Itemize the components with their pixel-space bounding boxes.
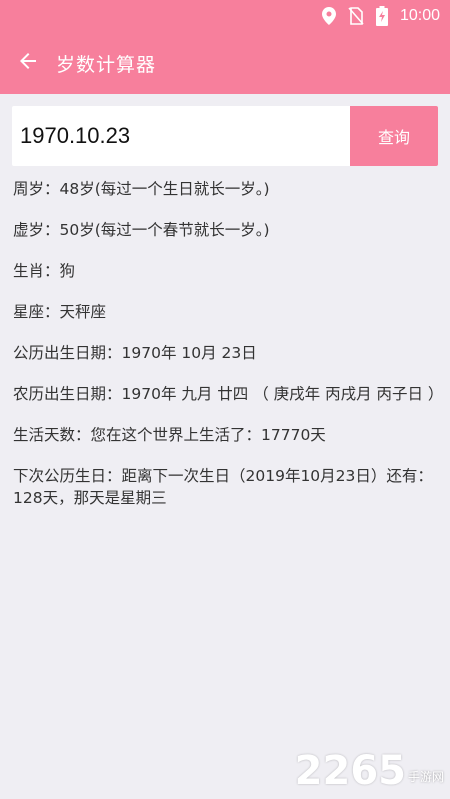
result-xusui: 虚岁：50岁(每过一个春节就长一岁。) — [13, 221, 270, 239]
arrow-left-icon — [16, 49, 40, 77]
location-icon — [321, 7, 336, 25]
battery-charging-icon — [375, 6, 388, 26]
status-bar: 10:00 — [0, 0, 450, 32]
page-title: 岁数计算器 — [56, 53, 157, 76]
result-shengxiao: 生肖：狗 — [13, 262, 76, 280]
clock: 10:00 — [399, 7, 440, 24]
result-gongli-birthdate: 公历出生日期：1970年 10月 23日 — [13, 344, 257, 362]
query-button[interactable]: 查询 — [350, 106, 438, 166]
watermark-text: 手游网 — [407, 770, 444, 784]
no-sim-icon — [348, 7, 364, 25]
watermark-number: 2265 — [294, 748, 406, 794]
date-input[interactable] — [12, 106, 350, 166]
result-zhousui: 周岁：48岁(每过一个生日就长一岁。) — [13, 180, 270, 198]
app-bar: 岁数计算器 — [0, 32, 450, 94]
result-xingzuo: 星座：天秤座 — [13, 303, 107, 321]
search-row: 查询 — [12, 106, 438, 166]
result-days-lived: 生活天数：您在这个世界上生活了：17770天 — [13, 426, 326, 444]
results-panel: 周岁：48岁(每过一个生日就长一岁。) 虚岁：50岁(每过一个春节就长一岁。) … — [13, 178, 444, 528]
result-next-birthday: 下次公历生日：距离下一次生日（2019年10月23日）还有：128天，那天是星期… — [13, 467, 433, 507]
result-nongli-birthdate: 农历出生日期：1970年 九月 廿四 （ 庚戌年 丙戌月 丙子日 ） — [13, 385, 444, 403]
watermark-logo: 2265 手游网 — [295, 751, 444, 791]
back-button[interactable] — [0, 32, 56, 94]
